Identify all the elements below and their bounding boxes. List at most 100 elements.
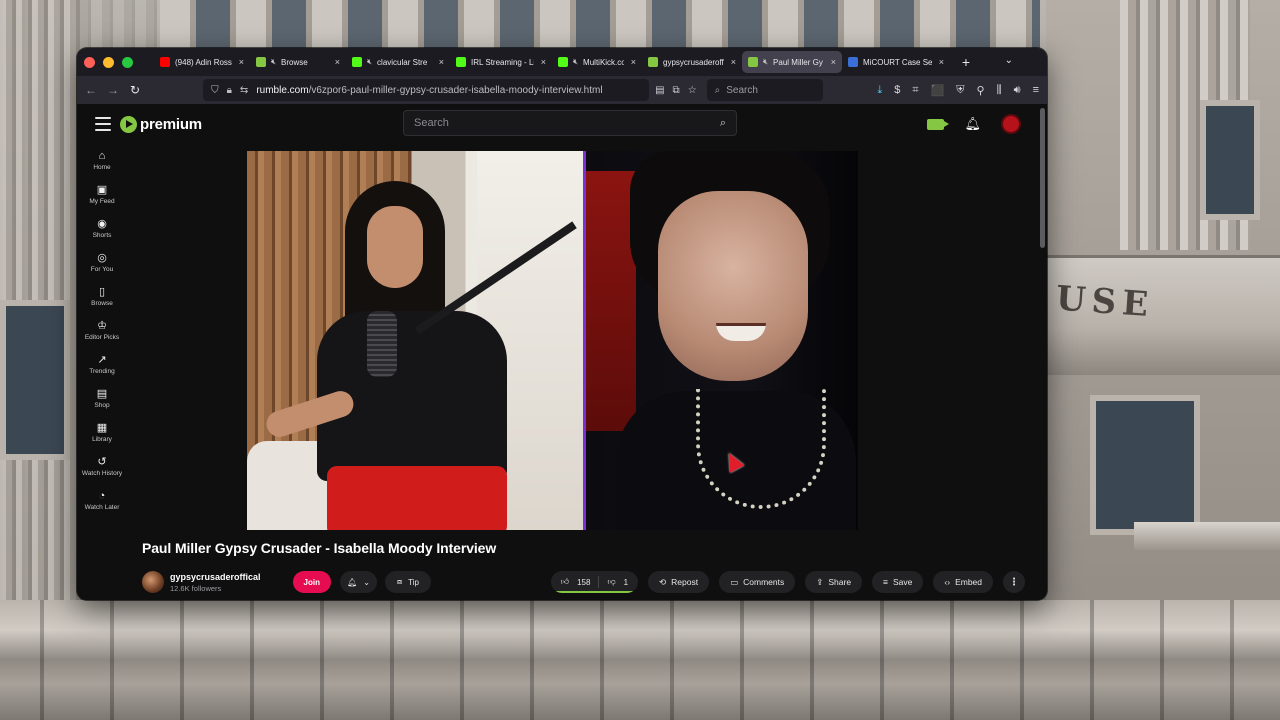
puzzle-extensions-icon[interactable]: ⚲ — [977, 84, 985, 97]
micourt-icon — [848, 57, 858, 67]
bookmark-star-icon[interactable]: ☆ — [688, 85, 697, 96]
browser-tab[interactable]: 🔇︎ Paul Miller Gy × — [742, 51, 842, 73]
go-live-camera-icon[interactable] — [927, 118, 950, 130]
menu-icon[interactable]: ≡ — [1033, 84, 1039, 96]
browser-tab[interactable]: 🔇︎ Browse × — [250, 51, 346, 73]
sidebar-item-label: Library — [92, 436, 112, 443]
site-search-placeholder: Search — [414, 117, 449, 129]
forward-button[interactable]: → — [107, 83, 119, 97]
reload-button[interactable]: ↻ — [129, 83, 141, 97]
user-avatar[interactable] — [1001, 114, 1021, 134]
sidebar-item[interactable]: ⌂ Home — [77, 148, 127, 172]
dollar-extension-icon[interactable]: $ — [894, 84, 900, 96]
rumble-header: premium Search ⌕ 🔔︎ — [77, 104, 1047, 144]
hamburger-menu-icon[interactable] — [95, 117, 111, 131]
sidebar-item[interactable]: ♔ Editor Picks — [77, 318, 127, 342]
tab-muted-speaker-icon[interactable]: 🔇︎ — [271, 57, 276, 67]
extension-badge-icon[interactable]: ⬛ — [931, 84, 945, 97]
sidebar-item[interactable]: ▤ Shop — [77, 386, 127, 410]
rumble-icon — [648, 57, 658, 67]
comments-label: Comments — [743, 577, 785, 587]
video-player[interactable] — [247, 151, 858, 530]
browser-tab[interactable]: IRL Streaming - Li × — [450, 51, 552, 73]
sidebar-item[interactable]: ◉ Shorts — [77, 216, 127, 240]
follower-count: 12.6K followers — [170, 583, 222, 593]
background-window — [0, 300, 70, 460]
video-title: Paul Miller Gypsy Crusader - Isabella Mo… — [142, 540, 497, 556]
close-tab-icon[interactable]: × — [731, 57, 736, 67]
new-tab-button[interactable]: + — [958, 54, 974, 70]
browser-tab[interactable]: gypsycrusaderoffi × — [642, 51, 742, 73]
tracking-protection-icon[interactable]: ⛉ — [211, 85, 219, 96]
channel-avatar[interactable] — [142, 571, 164, 593]
tab-muted-speaker-icon[interactable]: 🔇︎ — [763, 57, 768, 67]
speaker-icon[interactable]: 🔊︎ — [1014, 84, 1021, 97]
sidebar-item[interactable]: ▣ My Feed — [77, 182, 127, 206]
join-button[interactable]: Join — [292, 571, 331, 593]
lock-icon[interactable]: 🔒︎ — [227, 85, 232, 96]
reader-view-icon[interactable]: ▤ — [655, 85, 664, 96]
close-window-button[interactable] — [84, 56, 95, 68]
close-tab-icon[interactable]: × — [631, 57, 636, 67]
close-tab-icon[interactable]: × — [831, 57, 836, 67]
history-icon: ↺ — [97, 456, 107, 468]
embed-button[interactable]: ‹› Embed — [933, 571, 993, 593]
search-icon[interactable]: ⌕ — [720, 117, 726, 130]
rumble-logo[interactable]: premium — [120, 115, 202, 133]
sidebar-item[interactable]: ◔ Watch Later — [77, 488, 127, 512]
tab-title: Paul Miller Gy — [773, 57, 823, 67]
url-path: /v6zpor6-paul-miller-gypsy-crusader-isab… — [308, 84, 603, 96]
notifications-bell-icon[interactable]: 🔔︎ — [964, 116, 981, 132]
browser-tab[interactable]: 🔇︎ MultiKick.com × — [552, 51, 642, 73]
kick-icon — [456, 57, 466, 67]
shield-extension-icon[interactable]: ⛨ — [956, 84, 964, 97]
browser-search-input[interactable]: ⌕ Search — [706, 79, 824, 101]
sidebar-item[interactable]: ◎ For You — [77, 250, 127, 274]
sidebar-item[interactable]: ▦ Library — [77, 420, 127, 444]
picture-in-picture-icon[interactable]: ⧉ — [673, 85, 680, 96]
tip-button[interactable]: ⧈ Tip — [385, 571, 431, 593]
thumbs-up-icon[interactable]: 👍︎ — [561, 577, 569, 587]
page-scrollbar[interactable] — [1040, 108, 1045, 248]
close-tab-icon[interactable]: × — [239, 57, 244, 67]
browser-tab[interactable]: 🔇︎ clavicular Stre × — [346, 51, 450, 73]
close-tab-icon[interactable]: × — [541, 57, 546, 67]
more-options-icon[interactable]: ⋮ — [1003, 571, 1025, 593]
sidebar-item-label: Browse — [91, 300, 113, 307]
tip-label: Tip — [408, 577, 419, 587]
browser-tab[interactable]: (948) Adin Ross F × — [154, 51, 250, 73]
site-search-input[interactable]: Search ⌕ — [403, 110, 737, 136]
sidebar-item[interactable]: ↗ Trending — [77, 352, 127, 376]
close-tab-icon[interactable]: × — [939, 57, 944, 67]
maximize-window-button[interactable] — [122, 56, 133, 68]
browser-tab[interactable]: MiCOURT Case Se × — [842, 51, 950, 73]
address-bar[interactable]: ⛉ 🔒︎ ⇆ rumble.com/v6zpor6-paul-miller-gy… — [203, 79, 650, 101]
embed-code-icon: ‹› — [944, 577, 951, 587]
back-button[interactable]: ← — [85, 83, 97, 97]
thumbs-down-icon[interactable]: 👎︎ — [607, 577, 615, 587]
background-cornice — [0, 600, 1280, 720]
crop-extension-icon[interactable]: ⌗ — [912, 84, 918, 97]
permissions-icon[interactable]: ⇆ — [240, 85, 248, 96]
close-tab-icon[interactable]: × — [439, 57, 444, 67]
close-tab-icon[interactable]: × — [335, 57, 340, 67]
notification-settings-button[interactable]: 🔔︎ ⌄ — [340, 571, 377, 593]
sidebar-item-label: Editor Picks — [84, 334, 120, 341]
url-host: rumble.com — [256, 84, 309, 96]
sidebar-item-label: Trending — [89, 368, 115, 375]
comments-button[interactable]: ▭ Comments — [719, 571, 796, 593]
tab-muted-speaker-icon[interactable]: 🔇︎ — [573, 57, 578, 67]
share-button[interactable]: ⇪ Share — [805, 571, 863, 593]
sidebar-item[interactable]: ▯ Browse — [77, 284, 127, 308]
sidebar-item[interactable]: ↺ Watch History — [77, 454, 127, 478]
sliders-icon[interactable]: ⫼ — [997, 84, 1002, 97]
tab-list-chevron-icon[interactable]: ⌄ — [1005, 55, 1013, 66]
downloads-icon[interactable]: ⤓ — [877, 84, 882, 97]
channel-name[interactable]: gypsycrusaderoffical — [170, 572, 261, 582]
minimize-window-button[interactable] — [103, 56, 114, 68]
repost-button[interactable]: ⟲ Repost — [648, 571, 710, 593]
save-button[interactable]: ≡ Save — [872, 571, 924, 593]
feed-icon: ▣ — [96, 184, 108, 196]
youtube-icon — [160, 57, 170, 67]
tab-muted-speaker-icon[interactable]: 🔇︎ — [367, 57, 372, 67]
